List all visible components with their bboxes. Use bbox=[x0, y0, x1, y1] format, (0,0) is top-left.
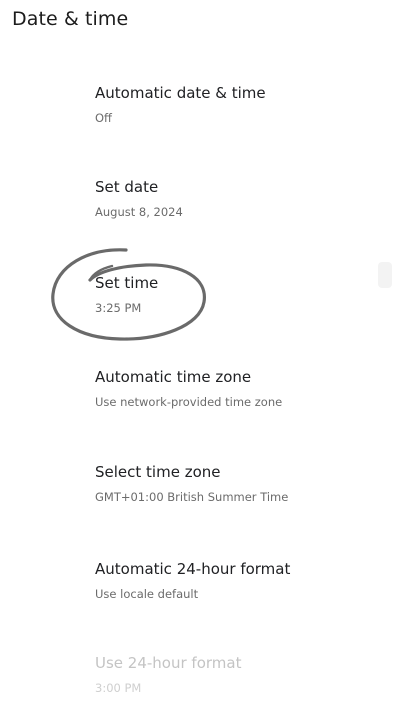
automatic-time-zone-item[interactable]: Automatic time zone Use network-provided… bbox=[95, 368, 395, 410]
setting-title: Set date bbox=[95, 178, 159, 196]
setting-title: Use 24-hour format bbox=[95, 654, 242, 672]
setting-title: Automatic date & time bbox=[95, 84, 266, 102]
use-24-hour-format-item: Use 24-hour format 3:00 PM bbox=[95, 654, 395, 696]
setting-summary: Off bbox=[95, 111, 112, 125]
setting-summary: Use network-provided time zone bbox=[95, 395, 283, 409]
set-date-item[interactable]: Set date August 8, 2024 bbox=[95, 178, 395, 220]
setting-summary: 3:25 PM bbox=[95, 301, 142, 315]
settings-list: Automatic date & time Off Set date Augus… bbox=[0, 0, 410, 705]
setting-summary: GMT+01:00 British Summer Time bbox=[95, 490, 289, 504]
set-time-item[interactable]: Set time 3:25 PM bbox=[95, 274, 395, 316]
setting-title: Automatic 24-hour format bbox=[95, 560, 291, 578]
setting-title: Set time bbox=[95, 274, 159, 292]
scroll-edge-mark bbox=[378, 262, 392, 288]
setting-summary: 3:00 PM bbox=[95, 681, 142, 695]
automatic-24-hour-format-item[interactable]: Automatic 24-hour format Use locale defa… bbox=[95, 560, 395, 602]
automatic-date-time-item[interactable]: Automatic date & time Off bbox=[95, 84, 395, 126]
select-time-zone-item[interactable]: Select time zone GMT+01:00 British Summe… bbox=[95, 463, 395, 505]
setting-summary: Use locale default bbox=[95, 587, 199, 601]
setting-title: Automatic time zone bbox=[95, 368, 252, 386]
setting-title: Select time zone bbox=[95, 463, 221, 481]
setting-summary: August 8, 2024 bbox=[95, 205, 183, 219]
